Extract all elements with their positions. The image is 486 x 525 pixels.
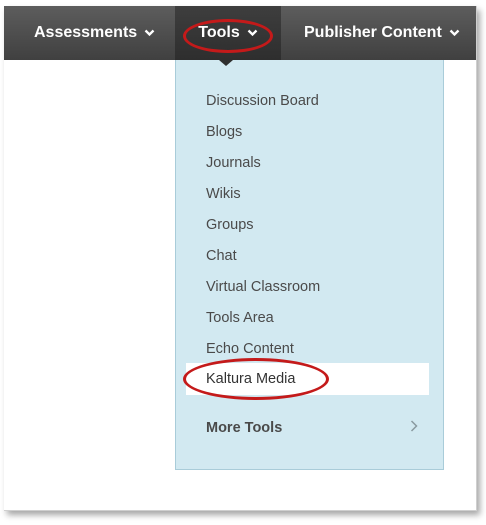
chevron-down-icon [247,29,258,37]
nav-assessments[interactable]: Assessments [34,6,155,60]
menu-item-discussion-board[interactable]: Discussion Board [206,89,319,113]
menu-item-wikis[interactable]: Wikis [206,182,241,206]
chevron-down-icon [144,29,155,37]
menu-item-tools-area[interactable]: Tools Area [206,306,274,330]
menu-item-groups[interactable]: Groups [206,213,254,237]
nav-assessments-label: Assessments [34,24,138,41]
menu-item-echo-content[interactable]: Echo Content [206,337,294,361]
menu-item-virtual-classroom[interactable]: Virtual Classroom [206,275,320,299]
nav-tools-label: Tools [198,24,240,41]
active-tab-pointer [219,60,233,66]
chevron-down-icon [449,29,460,37]
nav-tools[interactable]: Tools [175,6,281,60]
top-navbar: Assessments Tools Publisher Content [4,6,476,60]
menu-item-journals[interactable]: Journals [206,151,261,175]
nav-publisher-content[interactable]: Publisher Content [304,6,460,60]
tools-dropdown-menu: Discussion Board Blogs Journals Wikis Gr… [175,60,444,470]
chevron-right-icon[interactable] [410,420,418,432]
menu-item-blogs[interactable]: Blogs [206,120,242,144]
menu-item-more-tools[interactable]: More Tools [206,416,282,440]
screenshot-frame: Assessments Tools Publisher Content Disc… [4,6,477,511]
menu-item-chat[interactable]: Chat [206,244,237,268]
menu-item-kaltura-media-label: Kaltura Media [206,371,296,387]
nav-publisher-content-label: Publisher Content [304,24,442,41]
menu-item-kaltura-media[interactable]: Kaltura Media [186,363,429,395]
